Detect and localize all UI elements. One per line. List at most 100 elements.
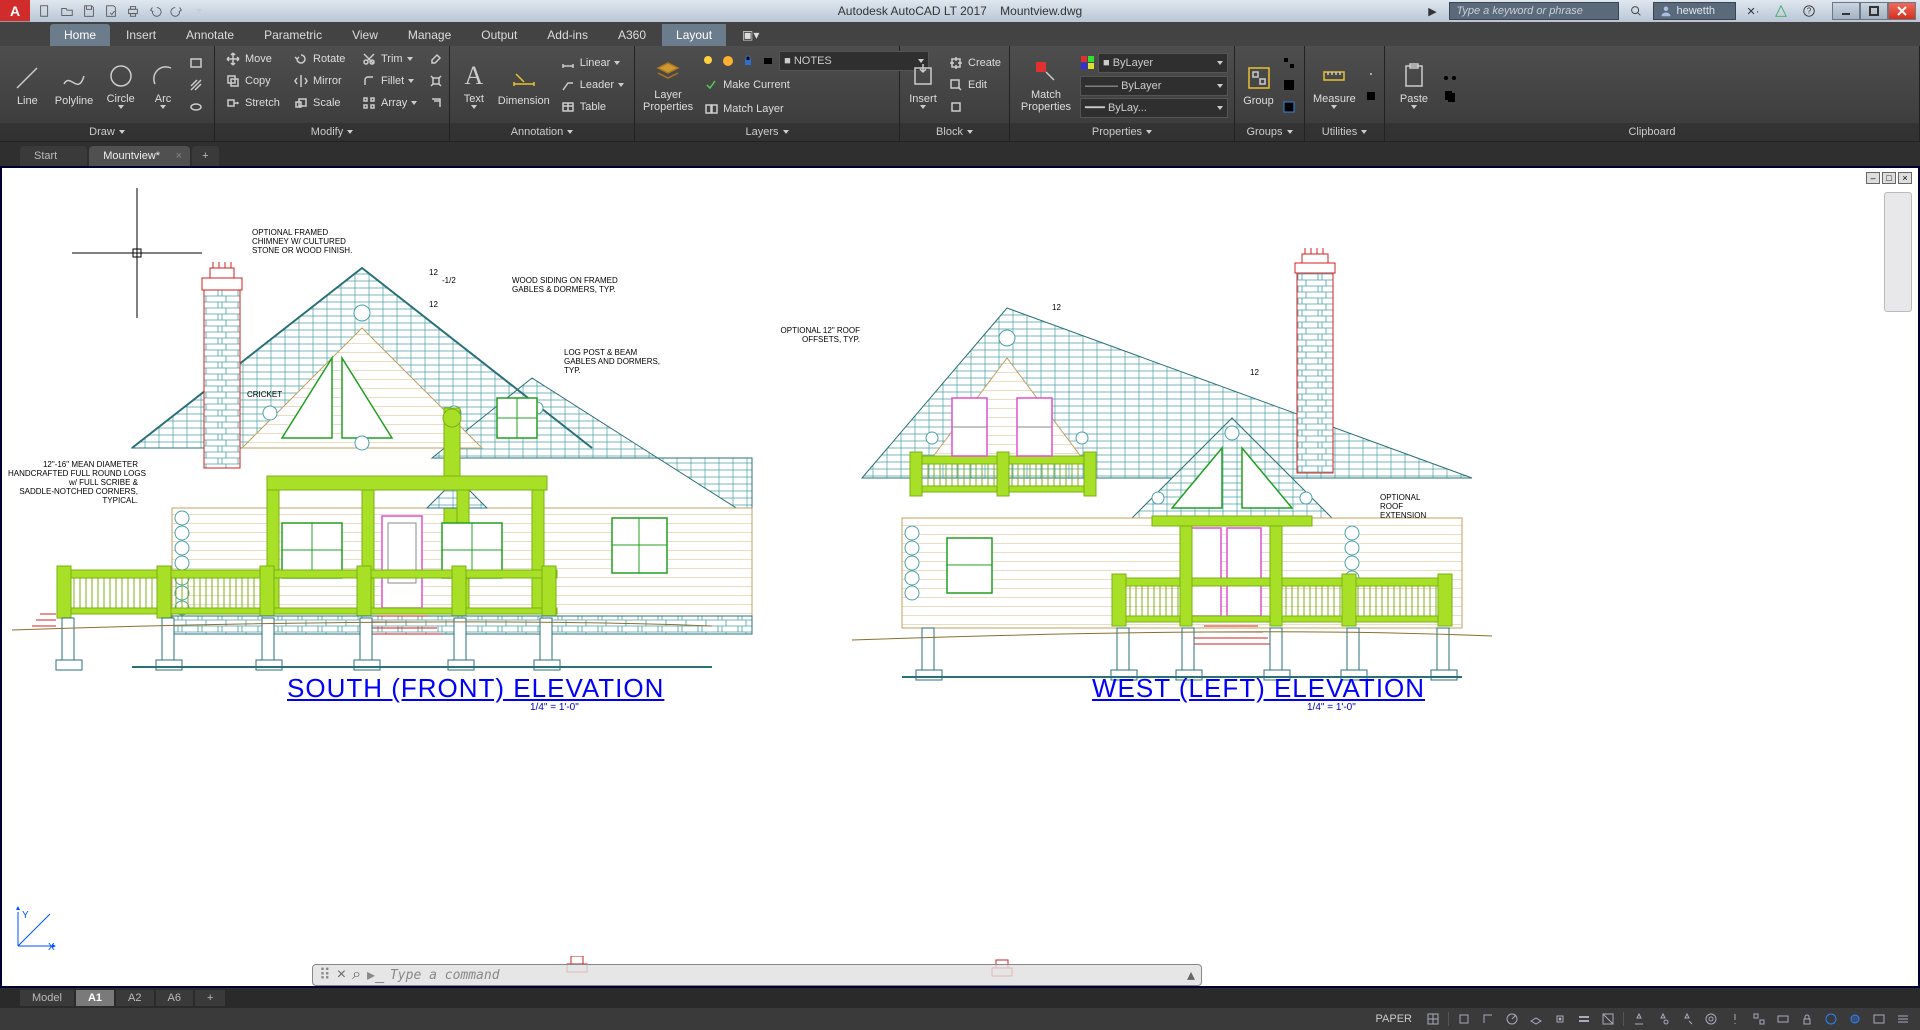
paste-button[interactable]: Paste (1391, 50, 1437, 120)
panel-utilities-title[interactable]: Utilities (1305, 123, 1384, 141)
panel-properties-title[interactable]: Properties (1010, 123, 1234, 141)
status-annoauto-icon[interactable] (1678, 1010, 1696, 1028)
status-lwt-icon[interactable] (1575, 1010, 1593, 1028)
exchange-icon[interactable]: ✕· (1742, 2, 1764, 20)
status-annovisibility-icon[interactable] (1654, 1010, 1672, 1028)
status-qp-icon[interactable] (1774, 1010, 1792, 1028)
panel-modify-title[interactable]: Modify (215, 123, 449, 141)
insert-button[interactable]: Insert (906, 50, 940, 120)
arc-button[interactable]: Arc (146, 50, 180, 120)
tab-addins[interactable]: Add-ins (533, 24, 602, 46)
match-layer-button[interactable]: Match Layer (699, 98, 929, 120)
dimension-button[interactable]: Dimension (496, 50, 552, 120)
copy-clip-icon[interactable] (1441, 85, 1459, 107)
qat-redo-icon[interactable] (166, 1, 188, 21)
table-button[interactable]: Table (556, 96, 628, 118)
circle-button[interactable]: Circle (99, 50, 142, 120)
layout-tab-a1[interactable]: A1 (76, 990, 114, 1006)
group-edit-icon[interactable] (1280, 74, 1298, 96)
block-attr-button[interactable] (944, 96, 1005, 118)
help-icon[interactable]: ? (1798, 2, 1820, 20)
qat-undo-icon[interactable] (144, 1, 166, 21)
status-lock-icon[interactable] (1798, 1010, 1816, 1028)
erase-button[interactable] (425, 48, 443, 70)
copy-button[interactable]: Copy (221, 70, 289, 92)
line-button[interactable]: Line (6, 50, 49, 120)
status-customize-icon[interactable] (1894, 1010, 1912, 1028)
polyline-button[interactable]: Polyline (53, 50, 96, 120)
layout-tab-model[interactable]: Model (20, 990, 74, 1006)
tab-layout[interactable]: Layout (662, 24, 726, 46)
layout-tab-a2[interactable]: A2 (116, 990, 153, 1006)
vp-close-icon[interactable]: × (1898, 172, 1912, 184)
layer-freeze-icon[interactable] (719, 50, 737, 72)
qat-open-icon[interactable] (56, 1, 78, 21)
status-isodraft-icon[interactable] (1527, 1010, 1545, 1028)
layout-tab-a6[interactable]: A6 (156, 990, 193, 1006)
linear-button[interactable]: Linear (556, 52, 628, 74)
rectangle-button[interactable] (184, 52, 208, 74)
tab-insert[interactable]: Insert (112, 24, 170, 46)
scale-button[interactable]: Scale (289, 92, 357, 114)
qat-save-icon[interactable] (78, 1, 100, 21)
status-snap-icon[interactable] (1455, 1010, 1473, 1028)
linetype-selector[interactable]: ——— ByLayer (1080, 76, 1228, 96)
panel-annotation-title[interactable]: Annotation (450, 123, 634, 141)
close-button[interactable] (1888, 2, 1916, 20)
panel-layers-title[interactable]: Layers (635, 123, 899, 141)
status-space[interactable]: PAPER (1370, 1010, 1418, 1028)
vp-max-icon[interactable]: □ (1882, 172, 1896, 184)
offset-button[interactable] (425, 92, 443, 114)
edit-block-button[interactable]: Edit (944, 74, 1005, 96)
rotate-button[interactable]: Rotate (289, 48, 357, 70)
file-tab-add[interactable]: + (192, 146, 218, 166)
ellipse-button[interactable] (184, 96, 208, 118)
mirror-button[interactable]: Mirror (289, 70, 357, 92)
tab-output[interactable]: Output (467, 24, 531, 46)
group-button[interactable]: Group (1241, 50, 1276, 120)
match-properties-button[interactable]: Match Properties (1016, 50, 1076, 120)
help-search-input[interactable]: Type a keyword or phrase (1449, 2, 1619, 20)
autodesk-icon[interactable] (1770, 2, 1792, 20)
layout-tab-add[interactable]: + (195, 990, 225, 1006)
app-logo[interactable]: A (0, 0, 30, 22)
drawing-canvas[interactable]: – □ × (0, 166, 1920, 988)
qat-dropdown-icon[interactable] (188, 1, 210, 21)
tab-parametric[interactable]: Parametric (250, 24, 336, 46)
move-button[interactable]: Move (221, 48, 289, 70)
ungroup-icon[interactable] (1280, 52, 1298, 74)
qat-saveas-icon[interactable] (100, 1, 122, 21)
layer-plot-icon[interactable] (759, 50, 777, 72)
status-annoscale-icon[interactable] (1630, 1010, 1648, 1028)
status-polar-icon[interactable] (1503, 1010, 1521, 1028)
text-button[interactable]: AText (456, 50, 492, 120)
qat-print-icon[interactable] (122, 1, 144, 21)
status-annomonitor-icon[interactable] (1726, 1010, 1744, 1028)
status-cleanscreen-icon[interactable] (1870, 1010, 1888, 1028)
select-icon[interactable] (1362, 85, 1380, 107)
group-bbox-icon[interactable] (1280, 96, 1298, 118)
nav-bar[interactable] (1884, 192, 1912, 312)
panel-draw-title[interactable]: Draw (0, 123, 214, 141)
tab-a360[interactable]: A360 (604, 24, 660, 46)
cmd-close-icon[interactable]: × (337, 966, 346, 984)
layer-lightbulb-icon[interactable] (699, 50, 717, 72)
panel-clipboard-title[interactable]: Clipboard (1385, 123, 1919, 141)
close-icon[interactable]: × (176, 150, 182, 162)
cmd-expand-icon[interactable]: ▴ (1187, 965, 1195, 985)
fillet-button[interactable]: Fillet (357, 70, 425, 92)
color-swatch-icon[interactable] (1080, 52, 1096, 74)
cut-icon[interactable] (1441, 63, 1459, 85)
file-tab-active[interactable]: Mountview*× (89, 146, 190, 166)
leader-button[interactable]: Leader (556, 74, 628, 96)
make-current-button[interactable]: Make Current (699, 74, 929, 96)
status-grid-icon[interactable] (1424, 1010, 1442, 1028)
maximize-button[interactable] (1860, 2, 1888, 20)
infocenter-arrow-icon[interactable]: ▶ (1421, 1, 1443, 21)
status-transparency-icon[interactable] (1599, 1010, 1617, 1028)
minimize-button[interactable] (1832, 2, 1860, 20)
create-block-button[interactable]: Create (944, 52, 1005, 74)
explode-button[interactable] (425, 70, 443, 92)
trim-button[interactable]: Trim (357, 48, 425, 70)
point-icon[interactable] (1362, 63, 1380, 85)
